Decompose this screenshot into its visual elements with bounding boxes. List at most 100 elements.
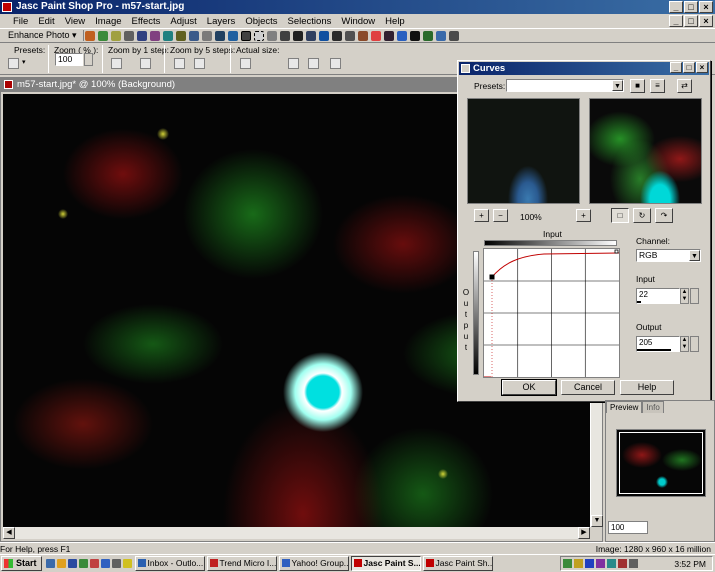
menu-image[interactable]: Image (90, 16, 126, 27)
selection-tool-icon[interactable] (254, 30, 265, 41)
desktop-icon[interactable] (45, 559, 55, 568)
menu-edit[interactable]: Edit (33, 16, 59, 27)
menu-window[interactable]: Window (336, 16, 380, 27)
proof-toggle-icon[interactable]: □ (611, 208, 629, 223)
selection-arrow-icon[interactable] (241, 30, 252, 41)
presets-dropdown-icon[interactable]: ▾ (22, 58, 30, 69)
zoom-in-icon[interactable]: + (474, 209, 489, 222)
curve-line[interactable] (491, 252, 620, 278)
chevron-down-icon[interactable]: ▼ (612, 80, 623, 91)
auto-color-icon[interactable] (85, 30, 96, 41)
zoom-out-icon[interactable]: − (493, 209, 508, 222)
smudge-tool-icon[interactable] (358, 30, 369, 41)
retouch-tool-icon[interactable] (371, 30, 382, 41)
pen-tool-icon[interactable] (436, 30, 447, 41)
fit-window-icon[interactable] (288, 58, 299, 69)
enhance-photo-dropdown[interactable]: Enhance Photo ▾ (2, 30, 84, 41)
menu-view[interactable]: View (60, 16, 90, 27)
start-button[interactable]: Start (1, 556, 42, 571)
output-edit-icon[interactable] (690, 336, 699, 352)
outlook-icon[interactable] (111, 559, 121, 568)
doc-minimize-button[interactable]: _ (669, 15, 683, 27)
eraser-tool-icon[interactable] (384, 30, 395, 41)
auto-saturation-icon[interactable] (111, 30, 122, 41)
preset-shape-icon[interactable] (423, 30, 434, 41)
zoom-in-step-icon[interactable] (111, 58, 122, 69)
task-trend-micro[interactable]: Trend Micro I... (206, 556, 277, 571)
curve-point-selected[interactable] (489, 274, 495, 280)
warp-tool-icon[interactable] (449, 30, 460, 41)
tray-update-icon[interactable] (607, 559, 616, 568)
delete-preset-icon[interactable]: ≡ (650, 79, 665, 93)
ie-icon[interactable] (100, 559, 110, 568)
explorer-icon[interactable] (56, 559, 66, 568)
ok-button[interactable]: OK (501, 379, 557, 396)
mask-icon[interactable] (202, 30, 213, 41)
clone-tool-icon[interactable] (306, 30, 317, 41)
zoom-in-5-icon[interactable] (174, 58, 185, 69)
folder-icon[interactable] (122, 559, 132, 568)
dropper-tool-icon[interactable] (293, 30, 304, 41)
task-yahoo-groups[interactable]: Yahoo! Group... (278, 556, 349, 571)
full-screen-icon[interactable] (330, 58, 341, 69)
menu-selections[interactable]: Selections (283, 16, 337, 27)
tray-antivirus-icon[interactable] (618, 559, 627, 568)
close-button[interactable]: × (699, 1, 713, 13)
menu-help[interactable]: Help (380, 16, 410, 27)
before-preview[interactable] (467, 98, 580, 204)
tab-preview[interactable]: Preview (606, 401, 643, 413)
crop-tool-icon[interactable] (267, 30, 278, 41)
pan-tool-icon[interactable] (228, 30, 239, 41)
overview-thumbnail[interactable] (616, 429, 706, 497)
document-icon[interactable] (4, 80, 13, 89)
curve-point-end[interactable] (614, 249, 619, 254)
menu-layers[interactable]: Layers (202, 16, 241, 27)
curves-title-bar[interactable]: Curves _ □ × (459, 62, 709, 75)
move-tool-icon[interactable] (280, 30, 291, 41)
reset-icon[interactable]: ⇄ (677, 79, 692, 93)
randomize-icon[interactable]: ↷ (655, 208, 673, 223)
input-spinner[interactable]: ▲ ▼ (680, 288, 689, 304)
output-field[interactable]: 205 (636, 336, 680, 352)
task-paint-shop-2[interactable]: Jasc Paint Sh... (422, 556, 493, 571)
navigate-icon[interactable]: + (576, 209, 591, 222)
input-field[interactable]: 22 (636, 288, 680, 304)
paint-shop-pro-icon[interactable] (2, 2, 12, 12)
tray-network-icon[interactable] (563, 559, 572, 568)
tray-security-icon[interactable] (574, 559, 583, 568)
levels-icon[interactable] (215, 30, 226, 41)
zoom-spinner[interactable] (84, 53, 93, 66)
curve-graph[interactable] (483, 248, 620, 378)
menu-adjust[interactable]: Adjust (165, 16, 201, 27)
powerpoint-icon[interactable] (89, 559, 99, 568)
clarify-icon[interactable] (137, 30, 148, 41)
maximize-button[interactable]: □ (684, 1, 698, 13)
tray-media-icon[interactable] (585, 559, 594, 568)
view-rectangle[interactable] (619, 432, 703, 494)
zoom-input[interactable]: 100 (55, 53, 83, 66)
help-button[interactable]: Help (620, 380, 674, 395)
menu-objects[interactable]: Objects (240, 16, 282, 27)
scroll-left-icon[interactable]: ◀ (3, 527, 15, 539)
red-eye-icon[interactable] (163, 30, 174, 41)
minimize-button[interactable]: _ (669, 1, 683, 13)
curves-maximize-button[interactable]: □ (683, 62, 695, 73)
clock[interactable]: 3:52 PM (674, 559, 706, 569)
airbrush-tool-icon[interactable] (332, 30, 343, 41)
output-spinner[interactable]: ▲ ▼ (680, 336, 689, 352)
auto-contrast-icon[interactable] (98, 30, 109, 41)
task-paint-shop-1[interactable]: Jasc Paint S... (350, 556, 421, 571)
paintbrush-tool-icon[interactable] (319, 30, 330, 41)
doc-close-button[interactable]: × (699, 15, 713, 27)
channel-dropdown[interactable]: RGB ▼ (636, 249, 701, 262)
text-tool-icon[interactable] (410, 30, 421, 41)
zoom-out-step-icon[interactable] (140, 58, 151, 69)
curves-presets-dropdown[interactable]: ▼ (506, 79, 624, 92)
curve-graph-svg[interactable] (484, 249, 620, 378)
after-preview[interactable] (589, 98, 702, 204)
scroll-down-icon[interactable]: ▼ (591, 515, 603, 527)
tab-info[interactable]: Info (642, 401, 664, 413)
horizontal-scrollbar[interactable]: ◀ ▶ (3, 527, 590, 539)
histogram-icon[interactable] (189, 30, 200, 41)
auto-sharpen-icon[interactable] (124, 30, 135, 41)
